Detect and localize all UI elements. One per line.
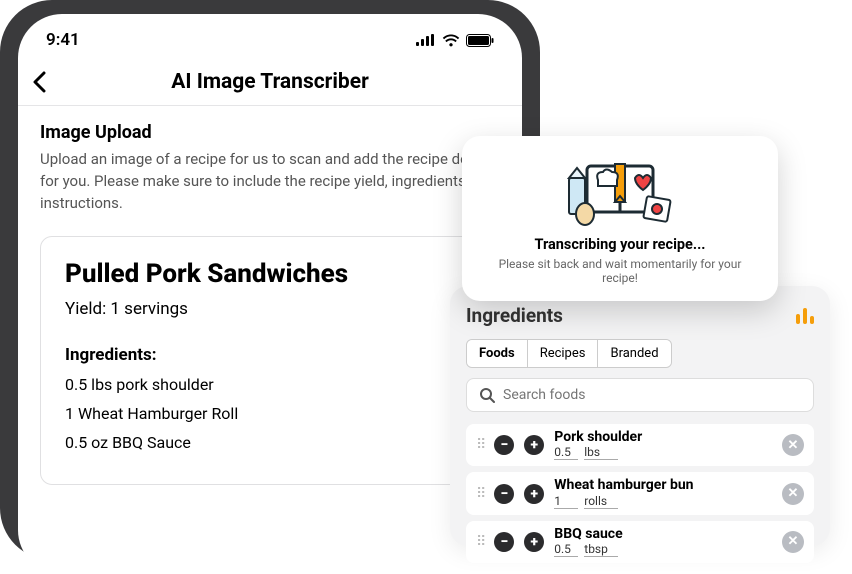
tab-foods[interactable]: Foods [467, 340, 528, 367]
ingredient-amount[interactable]: 1 [554, 494, 578, 509]
drag-handle-icon[interactable]: ⠿ [476, 534, 484, 550]
upload-section: Image Upload Upload an image of a recipe… [18, 106, 522, 214]
popover-subtitle: Please sit back and wait momentarily for… [480, 257, 760, 285]
tab-branded[interactable]: Branded [598, 340, 670, 367]
drag-handle-icon[interactable]: ⠿ [476, 437, 484, 453]
back-button[interactable] [32, 71, 46, 93]
phone-screen: 9:41 AI Image Transcriber Image Upload U… [18, 14, 522, 574]
ingredient-name: Wheat hamburger bun [554, 478, 772, 493]
ingredient-line: 0.5 oz BBQ Sauce [65, 433, 475, 452]
ingredient-row: ⠿ − + Pork shoulder 0.5 lbs ✕ [466, 424, 814, 466]
recipe-card: Pulled Pork Sandwiches Yield: 1 servings… [40, 236, 500, 485]
increment-button[interactable]: + [524, 532, 544, 552]
recipe-title: Pulled Pork Sandwiches [65, 259, 475, 289]
decrement-button[interactable]: − [494, 532, 514, 552]
nav-bar: AI Image Transcriber [18, 58, 522, 106]
ingredient-row: ⠿ − + BBQ sauce 0.5 tbsp ✕ [466, 521, 814, 563]
search-box[interactable] [466, 378, 814, 412]
ingredient-amount[interactable]: 0.5 [554, 445, 578, 460]
remove-button[interactable]: ✕ [782, 434, 804, 456]
ingredient-unit[interactable]: rolls [584, 494, 618, 509]
chevron-left-icon [32, 71, 46, 93]
ingredients-panel: Ingredients Foods Recipes Branded ⠿ − + … [450, 286, 830, 546]
chart-icon[interactable] [796, 308, 814, 324]
increment-button[interactable]: + [524, 484, 544, 504]
page-title: AI Image Transcriber [18, 70, 522, 94]
increment-button[interactable]: + [524, 435, 544, 455]
transcribing-popover: Transcribing your recipe... Please sit b… [462, 136, 778, 301]
search-input[interactable] [503, 387, 801, 403]
ingredient-row: ⠿ − + Wheat hamburger bun 1 rolls ✕ [466, 472, 814, 514]
ingredients-panel-title: Ingredients [466, 304, 563, 327]
ingredient-amount[interactable]: 0.5 [554, 542, 578, 557]
remove-button[interactable]: ✕ [782, 483, 804, 505]
decrement-button[interactable]: − [494, 435, 514, 455]
decrement-button[interactable]: − [494, 484, 514, 504]
ingredient-line: 1 Wheat Hamburger Roll [65, 404, 475, 423]
wifi-icon [442, 34, 460, 47]
ingredient-unit[interactable]: lbs [584, 445, 618, 460]
status-time: 9:41 [46, 30, 80, 50]
ingredient-unit[interactable]: tbsp [584, 542, 618, 557]
tab-group: Foods Recipes Branded [466, 339, 672, 368]
drag-handle-icon[interactable]: ⠿ [476, 486, 484, 502]
recipe-yield: Yield: 1 servings [65, 299, 475, 319]
remove-button[interactable]: ✕ [782, 531, 804, 553]
upload-title: Image Upload [40, 122, 500, 143]
upload-description: Upload an image of a recipe for us to sc… [40, 149, 500, 214]
ingredient-name: BBQ sauce [554, 527, 772, 542]
ingredient-name: Pork shoulder [554, 430, 772, 445]
tab-recipes[interactable]: Recipes [528, 340, 599, 367]
status-bar: 9:41 [18, 14, 522, 58]
popover-title: Transcribing your recipe... [480, 236, 760, 253]
cellular-icon [416, 34, 436, 46]
search-icon [479, 387, 495, 403]
status-icons [416, 34, 494, 47]
recipe-book-illustration [480, 154, 760, 226]
ingredients-heading: Ingredients: [65, 345, 475, 365]
ingredient-line: 0.5 lbs pork shoulder [65, 375, 475, 394]
battery-icon [466, 34, 494, 47]
